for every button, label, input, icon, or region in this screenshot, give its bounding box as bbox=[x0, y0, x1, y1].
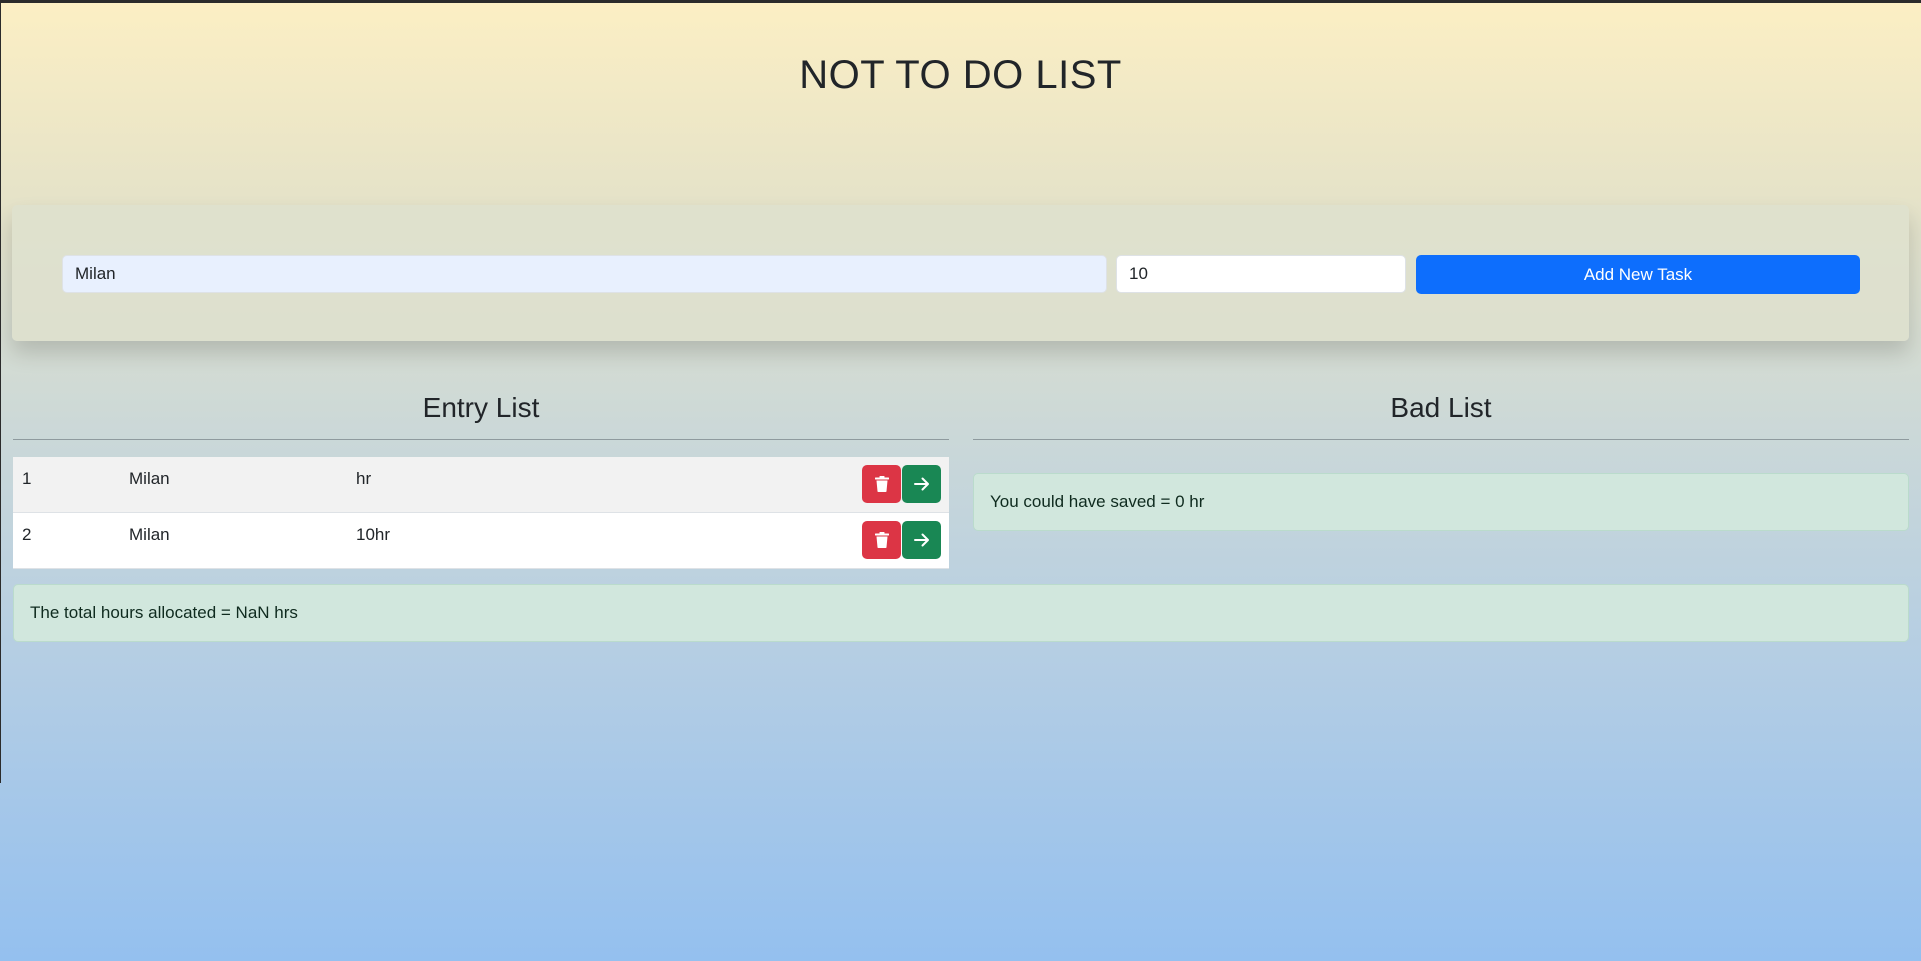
table-row: 1 Milan hr bbox=[13, 457, 949, 513]
move-to-bad-list-button[interactable] bbox=[902, 465, 941, 503]
saved-hours-alert: You could have saved = 0 hr bbox=[973, 473, 1909, 531]
row-actions bbox=[862, 521, 941, 559]
add-task-button[interactable]: Add New Task bbox=[1416, 255, 1860, 294]
window-edge bbox=[0, 3, 1, 783]
entry-list-divider bbox=[13, 439, 949, 440]
hours-input[interactable] bbox=[1116, 255, 1406, 293]
row-number: 2 bbox=[22, 525, 32, 544]
table-row: 2 Milan 10hr bbox=[13, 513, 949, 569]
bad-list-heading: Bad List bbox=[1390, 392, 1492, 423]
total-hours-alert: The total hours allocated = NaN hrs bbox=[13, 584, 1909, 642]
delete-button[interactable] bbox=[862, 521, 901, 559]
row-number: 1 bbox=[22, 469, 32, 488]
row-task: Milan bbox=[129, 469, 170, 488]
bad-list-divider bbox=[973, 439, 1909, 440]
entry-list-heading: Entry List bbox=[422, 392, 540, 423]
page-title: NOT TO DO LIST bbox=[799, 53, 1122, 97]
task-form: Add New Task bbox=[12, 205, 1909, 341]
task-input[interactable] bbox=[62, 255, 1107, 293]
arrow-right-icon bbox=[913, 533, 929, 547]
row-task: Milan bbox=[129, 525, 170, 544]
trash-icon bbox=[874, 476, 889, 492]
delete-button[interactable] bbox=[862, 465, 901, 503]
row-hours: hr bbox=[356, 469, 372, 488]
row-actions bbox=[862, 465, 941, 503]
row-hours: 10hr bbox=[356, 525, 391, 544]
entry-list-section: Entry List 1 Milan hr 2 Milan 10hr bbox=[13, 388, 949, 569]
trash-icon bbox=[874, 532, 889, 548]
move-to-bad-list-button[interactable] bbox=[902, 521, 941, 559]
entry-list-table: 1 Milan hr 2 Milan 10hr bbox=[13, 457, 949, 569]
arrow-right-icon bbox=[913, 477, 929, 491]
bad-list-section: Bad List You could have saved = 0 hr bbox=[973, 388, 1909, 531]
